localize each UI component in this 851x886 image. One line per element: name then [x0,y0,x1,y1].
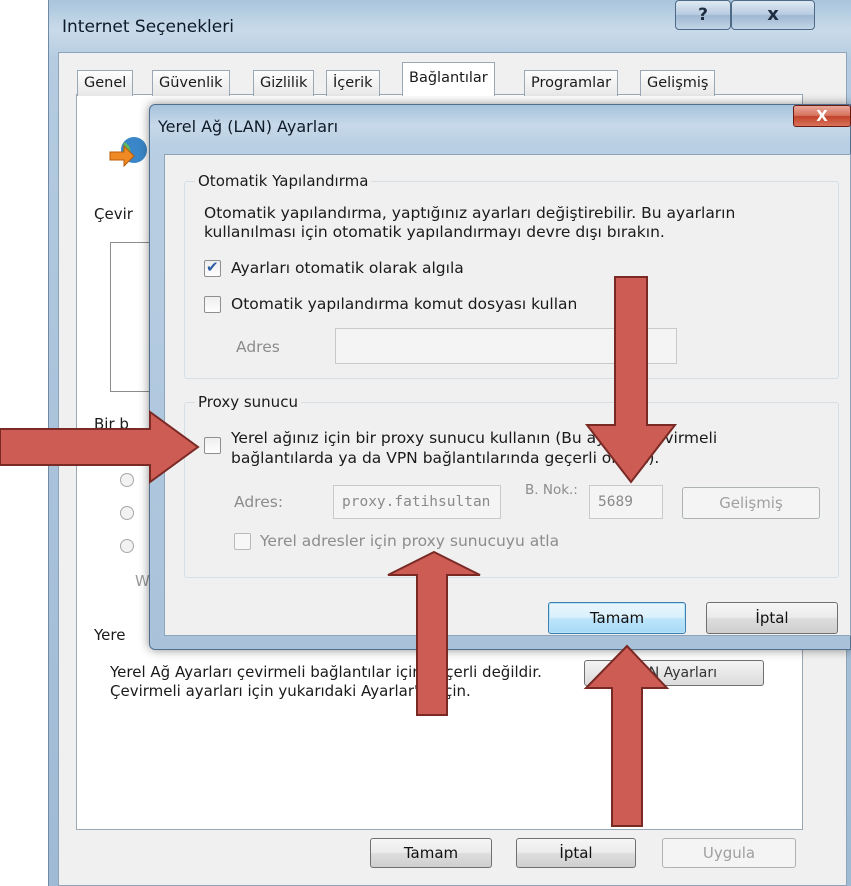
outer-close-button[interactable]: x [731,0,815,30]
proxy-advanced-button[interactable]: Gelişmiş [682,487,820,519]
lan-dialog-title: Yerel Ağ (LAN) Ayarları [158,117,339,136]
radio-never-dial[interactable] [120,473,134,487]
auto-config-description: Otomatik yapılandırma, yaptığınız ayarla… [204,204,736,241]
lan-section-label: Yere [94,626,126,644]
auto-detect-label[interactable]: Ayarları otomatik olarak algıla [231,259,464,277]
auto-config-script-checkbox[interactable] [204,296,221,313]
script-address-input[interactable] [335,328,677,364]
use-proxy-checkbox[interactable] [204,437,221,454]
auto-config-script-label[interactable]: Otomatik yapılandırma komut dosyası kull… [231,295,577,313]
dialup-section-label: Çevir [94,205,133,223]
tab-general[interactable]: Genel [77,70,134,96]
proxy-server-legend: Proxy sunucu [195,393,301,411]
help-button[interactable]: ? [675,0,731,30]
radio-dial-when-needed[interactable] [120,506,134,520]
default-connection-label: W [135,572,150,590]
radio-always-dial[interactable] [120,539,134,553]
lan-section-description: Yerel Ağ Ayarları çevirmeli bağlantılar … [110,663,542,700]
proxy-port-input[interactable]: 5689 [589,485,663,519]
bypass-local-checkbox[interactable] [234,533,251,550]
use-proxy-label[interactable]: Yerel ağınız için bir proxy sunucu kulla… [231,428,821,468]
lan-close-button[interactable]: X [793,105,851,127]
lan-cancel-button[interactable]: İptal [706,602,838,634]
tab-privacy[interactable]: Gizlilik [253,70,315,96]
auto-detect-checkbox[interactable] [204,258,221,277]
tab-connections[interactable]: Bağlantılar [402,62,495,96]
outer-apply-button[interactable]: Uygula [662,838,796,868]
outer-cancel-button[interactable]: İptal [516,838,636,868]
outer-ok-button[interactable]: Tamam [370,838,492,868]
tab-content[interactable]: İçerik [326,70,380,96]
lan-settings-button[interactable]: LAN Ayarları [584,660,764,686]
script-address-label: Adres [236,338,280,356]
tab-advanced[interactable]: Gelişmiş [640,70,716,96]
proxy-address-input[interactable]: proxy.fatihsultan [333,485,501,519]
lan-ok-button[interactable]: Tamam [548,602,686,634]
tab-programs[interactable]: Programlar [524,70,619,96]
tab-security[interactable]: Güvenlik [152,70,230,96]
bypass-local-label[interactable]: Yerel adresler için proxy sunucuyu atla [260,532,559,550]
proxy-choice-label: Bir b [94,415,129,433]
proxy-port-label: B. Nok.: [525,482,578,498]
auto-config-legend: Otomatik Yapılandırma [195,172,372,190]
proxy-address-label: Adres: [234,493,284,511]
globe-connection-icon [109,137,147,168]
outer-window-title: Internet Seçenekleri [62,17,234,37]
